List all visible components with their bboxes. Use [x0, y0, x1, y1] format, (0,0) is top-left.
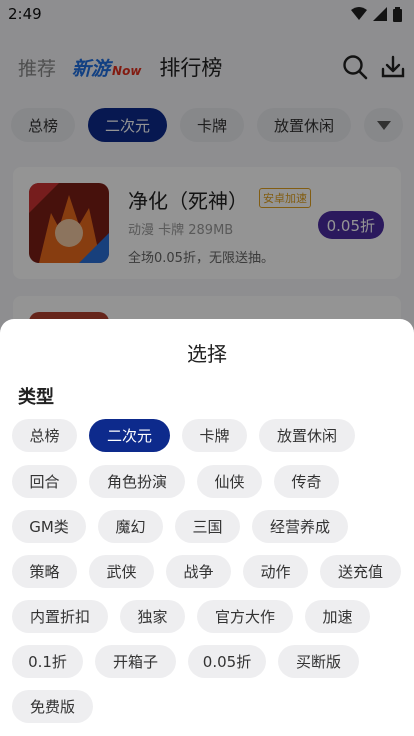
- filter-chip[interactable]: 卡牌: [182, 419, 247, 452]
- filter-sheet: 选择 类型 总榜 二次元 卡牌 放置休闲 回合 角色扮演 仙侠 传奇 GM类 魔…: [0, 319, 414, 736]
- filter-chip[interactable]: 内置折扣: [12, 600, 108, 633]
- filter-chip[interactable]: 角色扮演: [89, 465, 185, 498]
- filter-chip-selected[interactable]: 二次元: [89, 419, 170, 452]
- filter-chip[interactable]: GM类: [12, 510, 86, 543]
- filter-chip[interactable]: 开箱子: [95, 645, 176, 678]
- filter-chip[interactable]: 仙侠: [197, 465, 262, 498]
- filter-chip[interactable]: 独家: [120, 600, 185, 633]
- filter-chip[interactable]: 策略: [12, 555, 77, 588]
- filter-chip[interactable]: 经营养成: [252, 510, 348, 543]
- filter-chip[interactable]: 放置休闲: [259, 419, 355, 452]
- filter-chip[interactable]: 总榜: [12, 419, 77, 452]
- filter-chip[interactable]: 官方大作: [197, 600, 293, 633]
- filter-chip[interactable]: 0.05折: [188, 645, 266, 678]
- filter-chip[interactable]: 买断版: [278, 645, 359, 678]
- filter-chip[interactable]: 动作: [243, 555, 308, 588]
- filter-chip[interactable]: 送充值: [320, 555, 401, 588]
- sheet-title: 选择: [187, 342, 227, 366]
- filter-chip[interactable]: 回合: [12, 465, 77, 498]
- filter-chip[interactable]: 三国: [175, 510, 240, 543]
- filter-chip[interactable]: 魔幻: [98, 510, 163, 543]
- filter-chip[interactable]: 加速: [305, 600, 370, 633]
- filter-chip[interactable]: 0.1折: [12, 645, 83, 678]
- filter-chip[interactable]: 战争: [166, 555, 231, 588]
- filter-chip[interactable]: 传奇: [274, 465, 339, 498]
- filter-chip[interactable]: 武侠: [89, 555, 154, 588]
- filter-chip[interactable]: 免费版: [12, 690, 93, 723]
- section-label-type: 类型: [18, 387, 54, 408]
